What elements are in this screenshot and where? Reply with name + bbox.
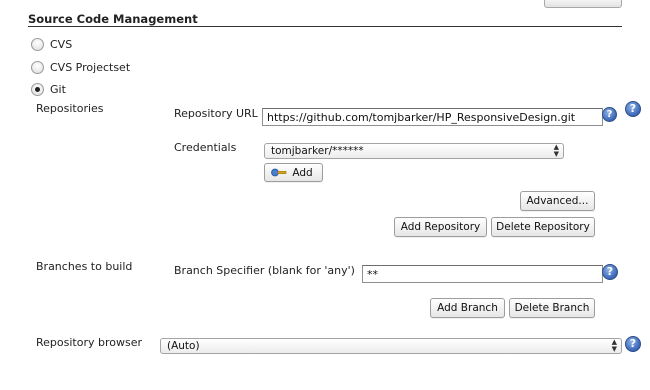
repository-browser-label: Repository browser <box>36 336 142 349</box>
branch-help-icon[interactable]: ? <box>602 264 618 280</box>
radio-label-cvs-projectset: CVS Projectset <box>50 61 131 74</box>
chevron-updown-icon: ▲ ▼ <box>611 338 617 353</box>
top-button[interactable] <box>544 0 622 8</box>
browser-help-icon[interactable]: ? <box>625 336 641 352</box>
add-repository-button[interactable]: Add Repository <box>394 217 487 237</box>
branch-specifier-input[interactable] <box>362 265 603 283</box>
radio-label-cvs: CVS <box>50 38 73 51</box>
radio-label-git: Git <box>50 83 66 96</box>
radio-git[interactable] <box>31 83 44 96</box>
radio-cvs-projectset[interactable] <box>31 61 44 74</box>
branch-specifier-label: Branch Specifier (blank for 'any') <box>174 264 355 277</box>
delete-repository-button[interactable]: Delete Repository <box>491 217 595 237</box>
credentials-select-value: tomjbarker/****** <box>271 145 364 157</box>
repositories-label: Repositories <box>36 102 104 115</box>
repository-url-input[interactable] <box>262 108 603 126</box>
radio-cvs[interactable] <box>31 38 44 51</box>
repository-browser-value: (Auto) <box>167 340 200 352</box>
delete-branch-button[interactable]: Delete Branch <box>509 298 595 318</box>
repository-url-check-icon[interactable]: ? <box>602 107 617 122</box>
add-credentials-button[interactable]: Add <box>264 163 323 182</box>
branches-label: Branches to build <box>36 260 133 273</box>
add-branch-button[interactable]: Add Branch <box>430 298 505 318</box>
repository-help-icon[interactable]: ? <box>625 101 641 117</box>
advanced-button[interactable]: Advanced... <box>520 191 595 211</box>
credentials-select[interactable]: tomjbarker/****** ▲ ▼ <box>264 143 564 159</box>
section-divider <box>28 26 622 27</box>
credentials-label: Credentials <box>174 141 237 154</box>
key-icon <box>271 168 287 177</box>
section-title: Source Code Management <box>28 12 198 26</box>
chevron-updown-icon: ▲ ▼ <box>553 143 559 158</box>
repository-browser-select[interactable]: (Auto) ▲ ▼ <box>160 338 622 354</box>
repository-url-label: Repository URL <box>174 107 258 120</box>
